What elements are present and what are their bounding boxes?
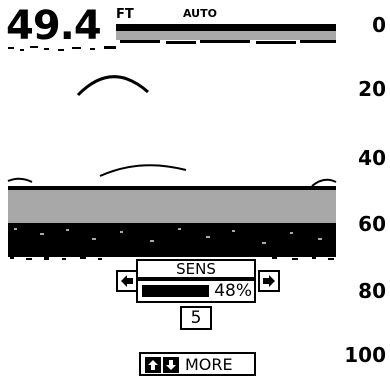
more-button[interactable]: MORE: [139, 352, 256, 376]
sensitivity-label: SENS: [176, 260, 216, 278]
arrow-up-icon: [148, 360, 158, 370]
sensitivity-slider[interactable]: 48%: [136, 279, 256, 303]
sensitivity-percent: 48%: [214, 281, 252, 301]
down-key[interactable]: [163, 357, 179, 373]
depth-scale-label: 20: [358, 77, 386, 101]
depth-scale-label: 40: [358, 146, 386, 170]
sonar-display: [7, 24, 337, 260]
decrease-sensitivity-button[interactable]: [116, 270, 138, 292]
arrow-down-icon: [166, 360, 176, 370]
sensitivity-level-value: 5: [180, 306, 212, 330]
auto-range-indicator: AUTO: [183, 7, 217, 20]
surface-band: [116, 24, 336, 31]
depth-unit: FT: [116, 7, 134, 22]
surface-gray-band: [116, 31, 336, 40]
digital-depth-readout: 49.4: [6, 3, 102, 49]
depth-scale-label: 100: [344, 343, 386, 367]
bottom-line: [8, 186, 336, 190]
bottom-structure: [8, 223, 336, 257]
depth-scale-label: 80: [358, 279, 386, 303]
fish-arch: [76, 75, 149, 97]
up-key[interactable]: [145, 357, 161, 373]
sonar-screen: 49.4 FT AUTO 0 20 40 60 80 100 SENS 48% …: [0, 0, 390, 392]
more-label: MORE: [185, 355, 233, 374]
increase-sensitivity-button[interactable]: [258, 270, 280, 292]
fish-arch: [7, 177, 33, 183]
bottom-gray-layer: [8, 190, 336, 223]
arrow-left-icon: [121, 275, 133, 287]
arrow-right-icon: [263, 275, 275, 287]
depth-scale-label: 0: [372, 13, 386, 37]
depth-scale-label: 60: [358, 212, 386, 236]
sensitivity-title-box: SENS: [136, 259, 256, 279]
fish-arch: [311, 178, 337, 187]
fish-arch: [99, 164, 187, 177]
sensitivity-level-fill: [142, 285, 209, 297]
